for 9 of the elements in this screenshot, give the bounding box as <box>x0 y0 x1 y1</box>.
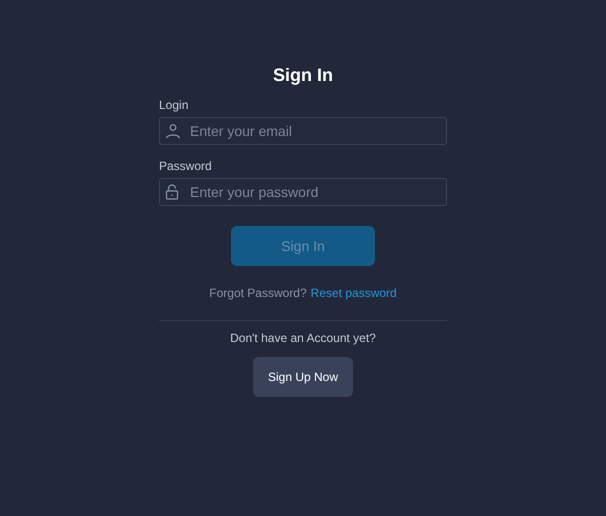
sign-up-button[interactable]: Sign Up Now <box>252 357 354 397</box>
input-field[interactable]: Enter your password <box>159 178 447 206</box>
sign-in-title: Sign In <box>273 64 333 86</box>
input-field[interactable]: Enter your email <box>159 117 447 145</box>
signup-prompt: Don't have an Account yet? <box>230 331 376 345</box>
field-label: Login <box>159 98 188 112</box>
forgot-password-text: Forgot Password? <box>209 286 307 300</box>
reset-password-link[interactable]: Reset password <box>310 286 397 300</box>
field-label: Password <box>159 159 212 173</box>
